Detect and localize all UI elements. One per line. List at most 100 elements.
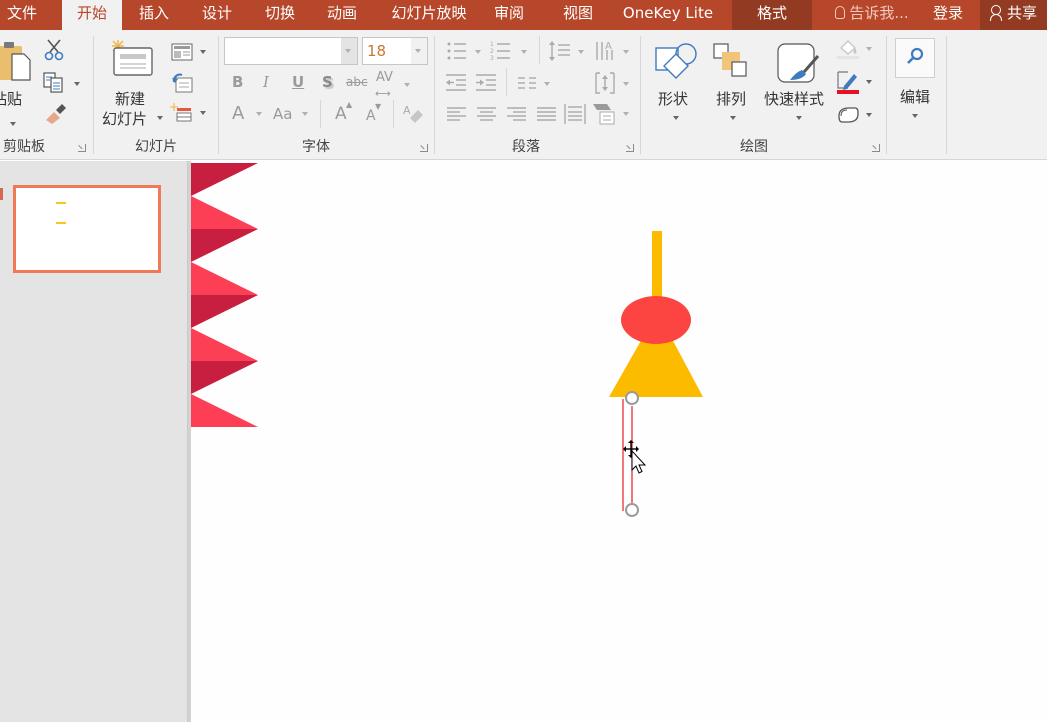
strikethrough-button[interactable]: abc bbox=[346, 75, 368, 89]
group-separator bbox=[886, 36, 887, 154]
shape-outline-button[interactable] bbox=[836, 70, 876, 96]
smartart-button[interactable] bbox=[592, 102, 632, 126]
align-right-button[interactable] bbox=[506, 106, 528, 122]
tab-insert[interactable]: 插入 bbox=[124, 0, 184, 30]
magnifier-icon bbox=[907, 47, 924, 64]
align-text-button[interactable] bbox=[594, 70, 630, 96]
tab-home[interactable]: 开始 bbox=[62, 0, 122, 30]
lamp-bulb[interactable] bbox=[621, 296, 691, 344]
increase-indent-icon bbox=[476, 74, 496, 91]
line-spacing-button[interactable] bbox=[548, 39, 574, 63]
tab-format[interactable]: 格式 bbox=[732, 0, 812, 30]
justify-icon bbox=[537, 107, 556, 121]
font-color-button[interactable]: A bbox=[232, 103, 244, 124]
format-painter-button[interactable] bbox=[44, 102, 68, 126]
section-button[interactable] bbox=[170, 102, 206, 124]
font-name-combobox[interactable] bbox=[224, 37, 358, 65]
lamp-shade[interactable] bbox=[609, 337, 703, 397]
line-end-handle[interactable] bbox=[625, 503, 639, 517]
tab-animations[interactable]: 动画 bbox=[312, 0, 372, 30]
zigzag-dark-triangle bbox=[191, 361, 258, 394]
layout-button[interactable] bbox=[170, 42, 206, 62]
font-size-combobox[interactable]: 18 bbox=[362, 37, 428, 65]
sign-in-button[interactable]: 登录 bbox=[926, 0, 970, 30]
zigzag-dark-triangle bbox=[191, 163, 258, 196]
tab-design[interactable]: 设计 bbox=[186, 0, 248, 30]
paint-bucket-icon bbox=[837, 40, 859, 59]
columns-button[interactable] bbox=[516, 74, 550, 94]
paste-button[interactable]: 粘贴 bbox=[0, 38, 36, 128]
zigzag-decoration[interactable] bbox=[191, 163, 258, 427]
new-slide-icon bbox=[112, 40, 153, 76]
italic-button[interactable]: I bbox=[263, 73, 269, 91]
line-spacing-icon bbox=[549, 41, 570, 61]
lightbulb-icon bbox=[835, 6, 846, 19]
font-dialog-launcher[interactable] bbox=[420, 144, 428, 152]
align-center-icon bbox=[477, 107, 496, 121]
tab-view[interactable]: 视图 bbox=[548, 0, 608, 30]
clipboard-group-label: 剪贴板 bbox=[3, 139, 45, 155]
align-center-button[interactable] bbox=[476, 106, 498, 122]
align-text-icon bbox=[595, 72, 615, 94]
eraser-icon: A bbox=[403, 104, 423, 123]
text-shadow-button[interactable]: S bbox=[322, 73, 333, 91]
share-button[interactable]: 共享 bbox=[980, 0, 1047, 30]
arrange-button[interactable]: 排列 bbox=[708, 40, 760, 124]
format-painter-icon bbox=[46, 104, 66, 124]
lamp-pole[interactable] bbox=[652, 231, 662, 299]
copy-button[interactable] bbox=[42, 70, 82, 94]
shape-effects-button[interactable] bbox=[836, 104, 876, 126]
bullets-button[interactable] bbox=[446, 40, 476, 62]
editing-button[interactable]: 编辑 bbox=[895, 38, 937, 124]
font-name-dropdown[interactable] bbox=[341, 38, 357, 64]
change-case-button[interactable]: Aa bbox=[273, 105, 292, 123]
character-spacing-button[interactable]: AV bbox=[376, 70, 393, 85]
distributed-button[interactable] bbox=[563, 102, 587, 126]
svg-text:A: A bbox=[403, 104, 411, 117]
font-size-dropdown[interactable] bbox=[411, 38, 427, 64]
text-direction-button[interactable]: A bbox=[594, 38, 620, 64]
columns-icon bbox=[518, 77, 536, 89]
tab-review[interactable]: 审阅 bbox=[486, 0, 532, 30]
shapes-button[interactable]: 形状 bbox=[650, 40, 702, 124]
tab-file[interactable]: 文件 bbox=[0, 0, 44, 30]
text-direction-icon: A bbox=[596, 41, 613, 60]
increase-indent-button[interactable] bbox=[474, 72, 498, 94]
drawing-dialog-launcher[interactable] bbox=[872, 144, 880, 152]
line-start-handle[interactable] bbox=[625, 391, 639, 405]
align-left-button[interactable] bbox=[446, 106, 468, 122]
quick-styles-button[interactable]: 快速样式 bbox=[762, 40, 832, 124]
slide-canvas[interactable] bbox=[191, 161, 1047, 722]
tab-transitions[interactable]: 切换 bbox=[250, 0, 310, 30]
decrease-indent-button[interactable] bbox=[444, 72, 468, 94]
slide-thumbnail-1[interactable] bbox=[13, 185, 161, 273]
justify-button[interactable] bbox=[536, 106, 558, 122]
clipboard-paste-icon bbox=[0, 42, 31, 81]
svg-text:2: 2 bbox=[490, 48, 494, 55]
clipboard-dialog-launcher[interactable] bbox=[78, 144, 86, 152]
group-separator bbox=[93, 36, 94, 154]
tab-onekey-lite[interactable]: OneKey Lite bbox=[612, 0, 724, 30]
new-slide-button[interactable]: 新建 幻灯片 bbox=[100, 38, 168, 130]
drawing-group-label: 绘图 bbox=[740, 139, 768, 155]
font-group-label: 字体 bbox=[302, 139, 330, 155]
shape-fill-button[interactable] bbox=[836, 38, 876, 60]
copy-icon bbox=[43, 72, 63, 93]
lamp-group[interactable] bbox=[609, 231, 703, 397]
tell-me-box[interactable]: 告诉我... bbox=[826, 0, 918, 30]
numbering-button[interactable]: 123 bbox=[490, 40, 520, 62]
underline-button[interactable]: U bbox=[292, 73, 304, 91]
zigzag-dark-triangle bbox=[191, 295, 258, 328]
thumbnail-shape-mark bbox=[56, 202, 66, 204]
group-separator bbox=[434, 36, 435, 154]
slide-thumbnail-pane[interactable] bbox=[0, 161, 188, 722]
cut-button[interactable] bbox=[42, 38, 66, 62]
reset-slide-icon bbox=[172, 73, 193, 93]
reset-button[interactable] bbox=[170, 72, 194, 94]
tab-slideshow[interactable]: 幻灯片放映 bbox=[374, 0, 484, 30]
move-cursor-icon bbox=[623, 440, 647, 474]
paragraph-dialog-launcher[interactable] bbox=[626, 144, 634, 152]
bold-button[interactable]: B bbox=[232, 73, 243, 91]
grow-font-button[interactable]: A bbox=[335, 104, 347, 124]
clear-formatting-button[interactable]: A bbox=[402, 102, 426, 124]
